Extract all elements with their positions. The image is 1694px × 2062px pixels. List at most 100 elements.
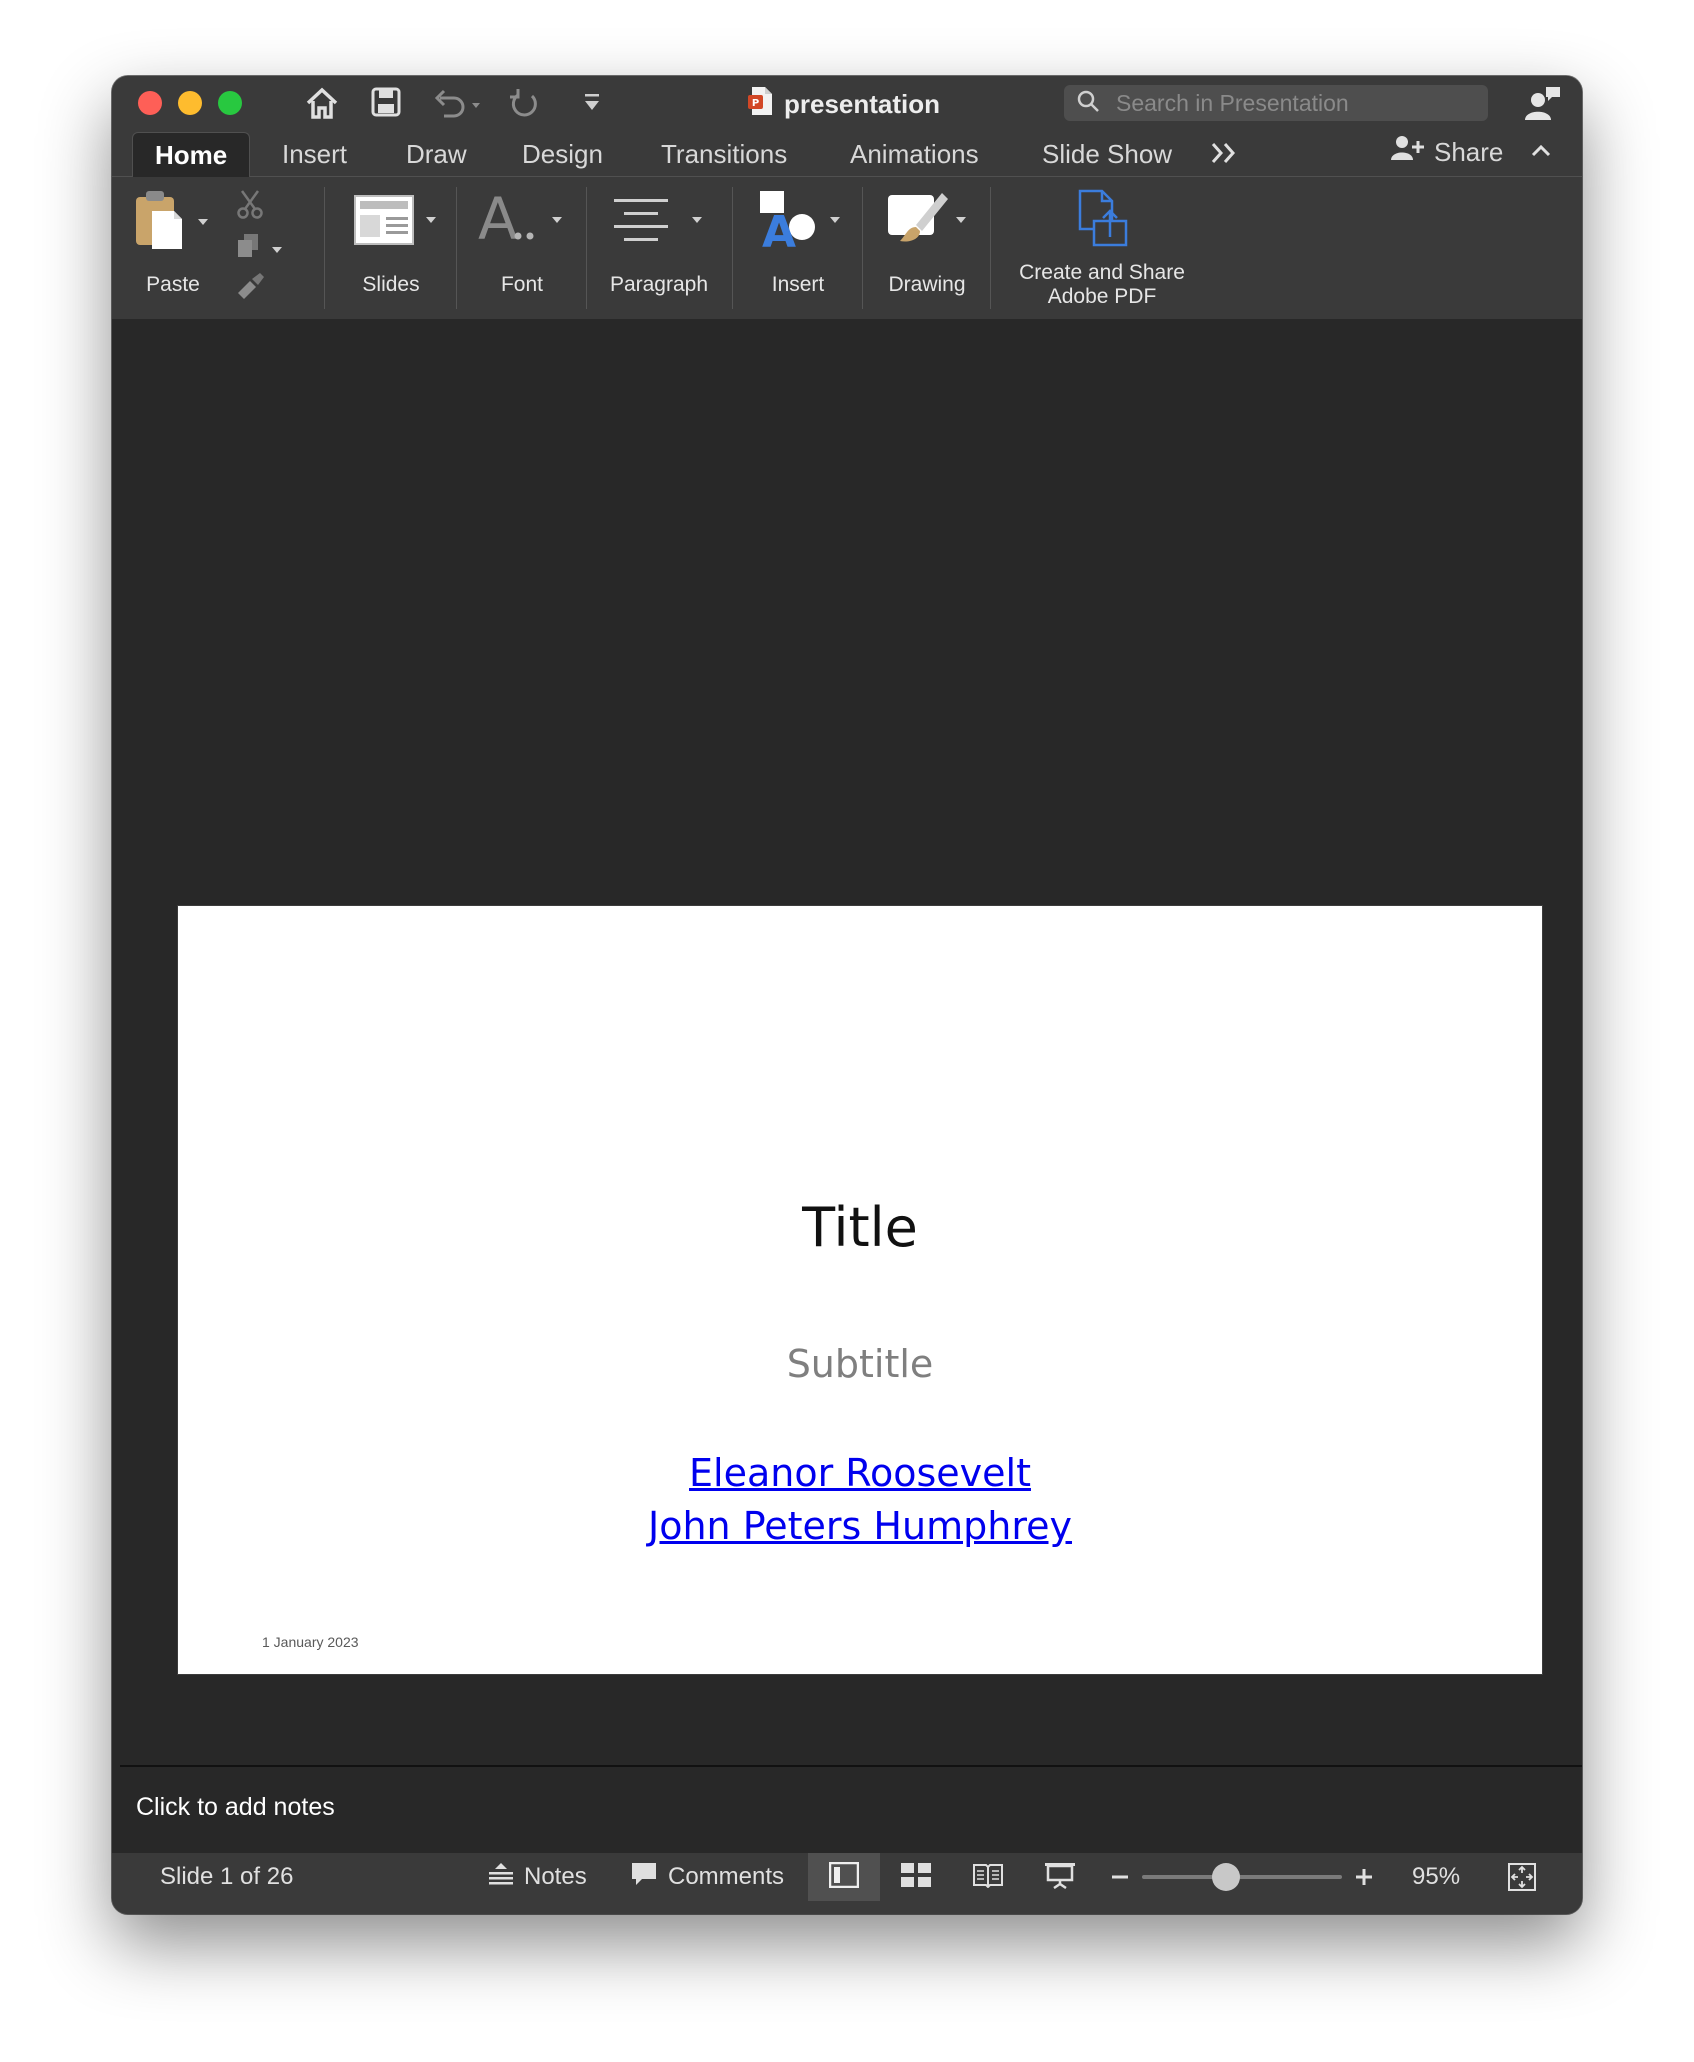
svg-text:A: A xyxy=(762,207,796,251)
slide-show-view-button[interactable] xyxy=(1024,1853,1096,1901)
paste-options-chevron-down-icon[interactable] xyxy=(198,219,208,225)
ribbon-home: Paste Slides A Font Paragraph A Insert D… xyxy=(112,177,1582,319)
tab-home[interactable]: Home xyxy=(132,132,251,178)
paste-button[interactable] xyxy=(134,189,184,256)
close-window-button[interactable] xyxy=(138,91,162,115)
font-label: Font xyxy=(500,273,544,296)
normal-view-icon xyxy=(828,1861,860,1893)
ribbon-separator xyxy=(732,187,733,309)
search-box[interactable]: Search in Presentation xyxy=(1064,85,1488,121)
normal-view-button[interactable] xyxy=(808,1853,880,1901)
presenter-icon xyxy=(1044,1861,1076,1894)
slide-editing-area[interactable]: Title Subtitle Eleanor Roosevelt John Pe… xyxy=(120,319,1582,1765)
comment-icon xyxy=(630,1861,658,1894)
zoom-window-button[interactable] xyxy=(218,91,242,115)
document-title-text: presentation xyxy=(784,88,941,119)
clipboard-icon xyxy=(134,191,184,255)
zoom-slider-track[interactable] xyxy=(1142,1875,1342,1879)
powerpoint-file-icon: P xyxy=(748,86,774,123)
home-icon[interactable] xyxy=(304,86,340,120)
plus-icon xyxy=(1354,1869,1374,1891)
comments-label: Comments xyxy=(668,1863,785,1890)
tab-draw[interactable]: Draw xyxy=(406,132,467,176)
author-link-eleanor-roosevelt[interactable]: Eleanor Roosevelt xyxy=(178,1451,1542,1495)
fit-window-icon xyxy=(1508,1863,1536,1895)
slide-counter: Slide 1 of 26 xyxy=(160,1863,294,1890)
slides-chevron-down-icon[interactable] xyxy=(426,217,436,223)
paragraph-label: Paragraph xyxy=(609,273,709,296)
copy-options-chevron-down-icon[interactable] xyxy=(272,247,282,253)
slide-subtitle[interactable]: Subtitle xyxy=(178,1342,1542,1386)
insert-group[interactable]: A Insert xyxy=(734,177,862,319)
collapse-ribbon-chevron-up-icon[interactable] xyxy=(1530,142,1552,165)
redo-icon[interactable] xyxy=(508,86,542,120)
zoom-in-button[interactable] xyxy=(1354,1867,1374,1892)
ribbon-separator xyxy=(990,187,991,309)
paragraph-chevron-down-icon[interactable] xyxy=(692,217,702,223)
reading-view-button[interactable] xyxy=(952,1853,1024,1901)
paragraph-group[interactable]: Paragraph xyxy=(588,177,730,319)
tab-slide-show[interactable]: Slide Show xyxy=(1042,132,1172,176)
font-chevron-down-icon[interactable] xyxy=(552,217,562,223)
fit-to-window-button[interactable] xyxy=(1508,1863,1536,1896)
share-button[interactable]: Share xyxy=(1390,132,1503,172)
notes-placeholder[interactable]: Click to add notes xyxy=(136,1793,335,1822)
ribbon-tabs: Home Insert Draw Design Transitions Anim… xyxy=(112,132,1582,178)
comments-button[interactable]: Comments xyxy=(630,1853,784,1901)
minus-icon xyxy=(1110,1874,1130,1891)
status-bar: Slide 1 of 26 Notes Comments 95% xyxy=(112,1853,1582,1914)
zoom-level[interactable]: 95% xyxy=(1412,1853,1460,1901)
copy-icon[interactable] xyxy=(236,233,262,264)
share-label: Share xyxy=(1434,137,1504,167)
insert-chevron-down-icon[interactable] xyxy=(830,217,840,223)
create-share-pdf-icon xyxy=(1076,189,1130,254)
slide[interactable]: Title Subtitle Eleanor Roosevelt John Pe… xyxy=(178,906,1542,1674)
ribbon-separator xyxy=(324,187,325,309)
ribbon-separator xyxy=(456,187,457,309)
slide-title[interactable]: Title xyxy=(178,1196,1542,1259)
author-link-john-peters-humphrey[interactable]: John Peters Humphrey xyxy=(178,1504,1542,1548)
slide-layout-icon xyxy=(354,195,414,250)
ribbon-separator xyxy=(586,187,587,309)
ribbon-separator xyxy=(862,187,863,309)
tab-insert[interactable]: Insert xyxy=(282,132,347,176)
notes-pane[interactable]: Click to add notes xyxy=(120,1765,1582,1855)
customize-toolbar-icon[interactable] xyxy=(582,92,602,114)
insert-shapes-icon: A xyxy=(760,191,818,258)
title-bar: P presentation Search in Presentation xyxy=(112,76,1582,132)
slides-group[interactable]: Slides xyxy=(326,177,456,319)
font-icon: A xyxy=(478,185,538,253)
search-input[interactable]: Search in Presentation xyxy=(1116,90,1349,117)
add-person-icon xyxy=(1390,132,1426,172)
notes-toggle-button[interactable]: Notes xyxy=(488,1853,587,1901)
notes-label: Notes xyxy=(524,1863,587,1890)
save-icon[interactable] xyxy=(370,86,402,118)
drawing-group[interactable]: Drawing xyxy=(864,177,990,319)
more-tabs-chevron-icon[interactable] xyxy=(1210,140,1238,171)
tab-design[interactable]: Design xyxy=(522,132,603,176)
cut-icon[interactable] xyxy=(236,189,264,224)
format-painter-icon[interactable] xyxy=(234,271,266,306)
drawing-brush-icon xyxy=(886,191,950,256)
undo-icon[interactable] xyxy=(430,86,482,120)
tab-transitions[interactable]: Transitions xyxy=(661,132,787,176)
tab-animations[interactable]: Animations xyxy=(850,132,979,176)
document-title: P presentation xyxy=(748,86,940,122)
slides-label: Slides xyxy=(362,273,420,296)
adobe-pdf-label-line1: Create and Share xyxy=(1019,261,1185,284)
minimize-window-button[interactable] xyxy=(178,91,202,115)
search-icon xyxy=(1076,89,1100,118)
book-icon xyxy=(972,1862,1004,1893)
drawing-label: Drawing xyxy=(888,273,966,296)
font-group[interactable]: A Font xyxy=(458,177,586,319)
slide-sorter-view-button[interactable] xyxy=(880,1853,952,1901)
insert-label: Insert xyxy=(771,273,825,296)
app-window: P presentation Search in Presentation Ho… xyxy=(112,76,1582,1914)
adobe-pdf-group[interactable]: Create and Share Adobe PDF xyxy=(992,177,1212,319)
slide-date: 1 January 2023 xyxy=(262,1634,359,1650)
zoom-slider-handle[interactable] xyxy=(1212,1863,1240,1891)
account-icon[interactable] xyxy=(1522,84,1562,129)
drawing-chevron-down-icon[interactable] xyxy=(956,217,966,223)
paragraph-align-icon xyxy=(614,199,668,246)
zoom-out-button[interactable] xyxy=(1110,1867,1130,1892)
